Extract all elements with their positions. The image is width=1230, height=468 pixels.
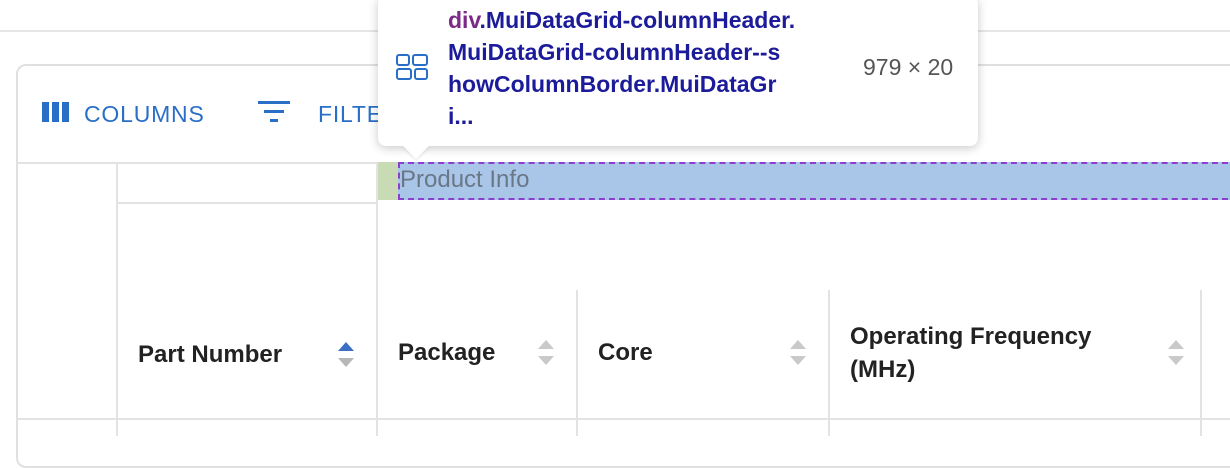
column-header-part-number[interactable]: Part Number bbox=[138, 341, 282, 369]
filter-list-icon bbox=[258, 99, 290, 129]
column-header-package[interactable]: Package bbox=[398, 339, 495, 367]
inspector-dimensions: 979 × 20 bbox=[863, 54, 954, 80]
filters-button[interactable]: FILTE bbox=[258, 98, 383, 130]
view-column-icon bbox=[42, 101, 70, 128]
package-column-separator bbox=[576, 290, 578, 436]
part-number-column-separator bbox=[376, 162, 378, 436]
inspector-padding-highlight bbox=[378, 162, 398, 200]
inspector-tag-name: div bbox=[448, 7, 480, 33]
columns-button-label: COLUMNS bbox=[84, 100, 205, 127]
sort-icon[interactable] bbox=[790, 340, 806, 368]
frequency-column-separator bbox=[1200, 290, 1202, 436]
group-header-divider bbox=[118, 202, 378, 204]
sort-icon[interactable] bbox=[1168, 340, 1184, 368]
filters-button-label: FILTE bbox=[318, 100, 383, 127]
sort-ascending-icon[interactable] bbox=[338, 342, 354, 370]
header-bottom-divider bbox=[18, 418, 1230, 420]
columns-button[interactable]: COLUMNS bbox=[42, 98, 205, 130]
column-header-operating-frequency-unit[interactable]: (MHz) bbox=[850, 356, 915, 384]
checkbox-column-separator bbox=[116, 162, 118, 436]
inspector-selector-line-1: div.MuiDataGrid-columnHeader. bbox=[448, 7, 796, 33]
column-header-operating-frequency[interactable]: Operating Frequency bbox=[850, 323, 1091, 351]
column-header-core[interactable]: Core bbox=[598, 339, 653, 367]
core-column-separator bbox=[828, 290, 830, 436]
inspector-selector-line-3: howColumnBorder.MuiDataGr bbox=[448, 71, 777, 97]
inspector-selector-line-2: MuiDataGrid-columnHeader--s bbox=[448, 39, 781, 65]
inspector-tooltip-arrow bbox=[402, 145, 430, 159]
grid-layout-icon bbox=[396, 54, 428, 85]
column-group-label: Product Info bbox=[400, 166, 530, 193]
inspector-tooltip: div.MuiDataGrid-columnHeader. MuiDataGri… bbox=[378, 0, 978, 146]
sort-icon[interactable] bbox=[538, 340, 554, 368]
inspector-selector-line-4: i... bbox=[448, 103, 474, 129]
